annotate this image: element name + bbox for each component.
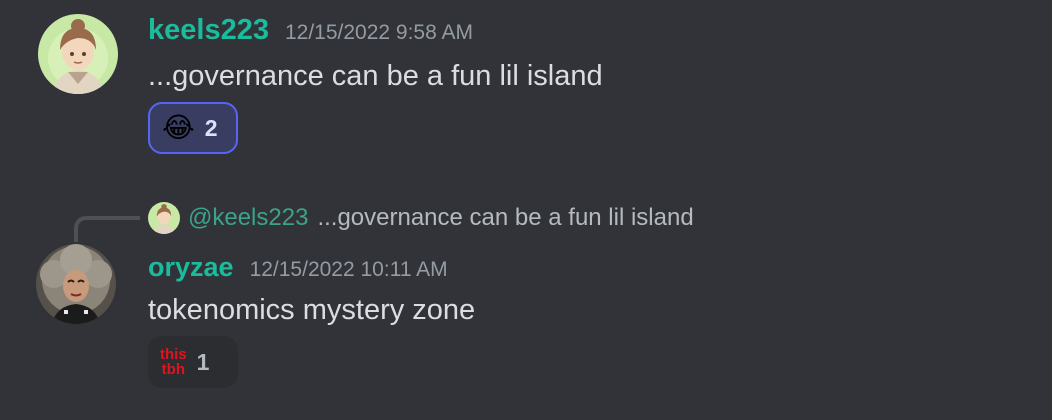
message-content: tokenomics mystery zone — [148, 294, 476, 326]
message-oryzae: oryzae 12/15/2022 10:11 AM tokenomics my… — [0, 190, 1052, 420]
reaction-count: 2 — [204, 114, 218, 141]
timestamp: 12/15/2022 10:11 AM — [249, 258, 448, 281]
avatar-oryzae-image — [36, 244, 116, 324]
username-keels223[interactable]: keels223 — [148, 14, 269, 47]
username-oryzae[interactable]: oryzae — [148, 252, 234, 283]
thistbh-line-2: tbh — [161, 361, 185, 378]
thistbh-emoji-icon: this tbh — [160, 347, 187, 377]
avatar-keels223[interactable] — [38, 14, 118, 94]
message-header: keels223 12/15/2022 9:58 AM — [148, 14, 473, 47]
reaction-joy[interactable]: 😂 2 — [148, 102, 238, 154]
chat-messages: keels223 12/15/2022 9:58 AM ...governanc… — [0, 0, 1052, 420]
reaction-thistbh[interactable]: this tbh 1 — [148, 336, 238, 388]
reaction-count: 1 — [196, 348, 210, 375]
timestamp: 12/15/2022 9:58 AM — [284, 21, 473, 44]
thistbh-line-1: this — [160, 346, 187, 363]
message-keels223: keels223 12/15/2022 9:58 AM ...governanc… — [0, 0, 1052, 190]
message-header: oryzae 12/15/2022 10:11 AM — [148, 252, 448, 283]
avatar-keels223-image — [38, 14, 118, 94]
joy-emoji-icon: 😂 — [162, 112, 195, 143]
message-content: ...governance can be a fun lil island — [148, 60, 603, 92]
avatar-oryzae[interactable] — [36, 244, 116, 324]
